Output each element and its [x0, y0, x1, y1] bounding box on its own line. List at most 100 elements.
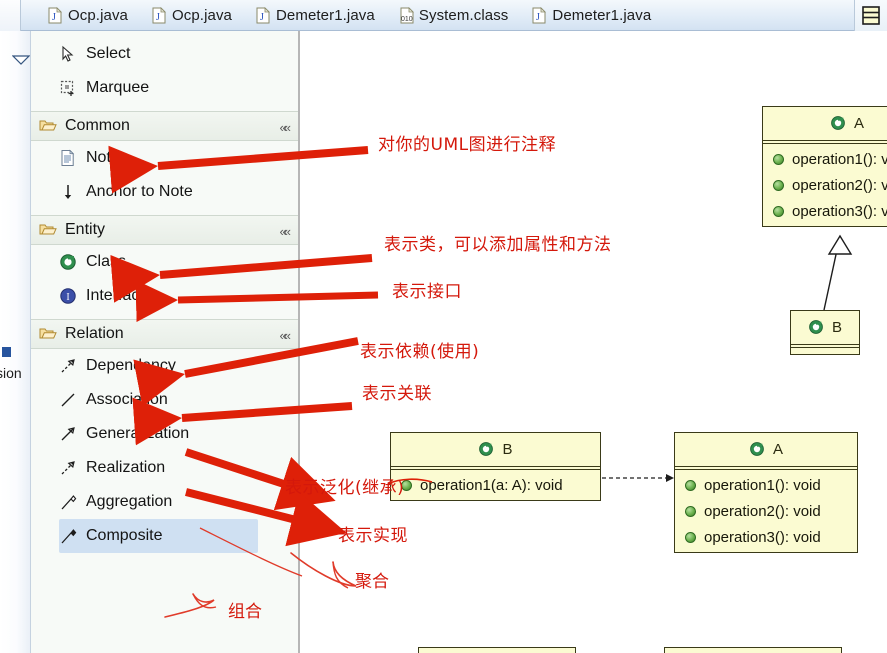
palette-item-marquee[interactable]: Marquee — [31, 71, 298, 105]
tab-ocp-java-2[interactable]: J Ocp.java — [144, 0, 248, 31]
palette-group-relation[interactable]: Relation «« — [31, 319, 298, 349]
class-member-label: operation1(): void — [704, 476, 821, 494]
java-file-icon: J — [152, 7, 166, 24]
class-name: A — [853, 115, 864, 132]
palette-item-composite[interactable]: Composite — [59, 519, 258, 553]
editor-tab-bar: J Ocp.java J Ocp.java J Demeter1.java 01… — [0, 0, 887, 31]
strip-marker — [2, 347, 11, 357]
palette-item-label: Anchor to Note — [86, 183, 193, 200]
palette-item-label: Marquee — [86, 79, 150, 96]
palette-item-association[interactable]: Association — [31, 383, 298, 417]
palette-item-label: Composite — [86, 527, 163, 544]
tab-demeter1-java-2[interactable]: J Demeter1.java — [524, 0, 667, 31]
dashed-arrow-icon — [59, 459, 77, 477]
class-member-label: operation3(): void — [792, 202, 887, 220]
class-b-center[interactable]: B operation1(a: A): void — [390, 432, 601, 501]
hollow-diamond-icon — [59, 493, 77, 511]
marquee-select-icon — [59, 79, 77, 97]
annotation-association: 表示关联 — [362, 384, 432, 404]
class-member-label: operation2(): void — [704, 502, 821, 520]
palette-item-label: Note — [86, 149, 120, 166]
palette-group-common[interactable]: Common «« — [31, 111, 298, 141]
svg-text:010: 010 — [401, 16, 413, 23]
svg-text:J: J — [536, 12, 540, 23]
palette-item-realization[interactable]: Realization — [31, 451, 298, 485]
palette-item-class[interactable]: Class — [31, 245, 298, 279]
filled-diamond-icon — [59, 527, 77, 545]
tab-ocp-java-1[interactable]: J Ocp.java — [40, 0, 144, 31]
solid-arrow-icon — [59, 425, 77, 443]
public-operation-icon — [685, 505, 696, 517]
tab-bar-left-stub — [0, 0, 21, 31]
palette-group-entity[interactable]: Entity «« — [31, 215, 298, 245]
palette-item-note[interactable]: Note — [31, 141, 298, 175]
annotation-generalization: 表示泛化(继承) — [285, 478, 405, 498]
palette-item-anchor-to-note[interactable]: Anchor to Note — [31, 175, 298, 209]
class-member-label: operation2(): void — [792, 176, 887, 194]
annotation-class: 表示类，可以添加属性和方法 — [384, 235, 612, 255]
open-folder-icon — [39, 117, 57, 135]
class-member-row: operation3(): void — [675, 524, 857, 550]
double-chevron-icon[interactable]: «« — [280, 224, 292, 239]
public-operation-icon — [685, 479, 696, 491]
class-name: B — [831, 319, 842, 336]
plain-line-icon — [59, 391, 77, 409]
annotation-realization: 表示实现 — [338, 526, 408, 546]
class-green-icon — [830, 115, 848, 133]
class-header: B — [791, 311, 859, 345]
class-member-label: operation3(): void — [704, 528, 821, 546]
collapse-caret-icon[interactable] — [3, 47, 30, 65]
annotation-composition: 组合 — [228, 602, 262, 622]
class-operation-compartment: operation1(): void operation2(): void op… — [763, 144, 887, 226]
palette-item-label: Realization — [86, 459, 166, 476]
palette-item-select[interactable]: Select — [31, 37, 298, 71]
outline-view-icon[interactable] — [860, 5, 882, 26]
palette-item-label: Interface — [86, 287, 149, 304]
class-member-row: operation2(): void — [763, 172, 887, 198]
class-operation-compartment: operation1(a: A): void — [391, 470, 600, 500]
tab-demeter1-java-1[interactable]: J Demeter1.java — [248, 0, 391, 31]
class-member-row: operation1(a: A): void — [391, 472, 600, 498]
palette-group-label: Common — [65, 117, 130, 134]
tab-system-class[interactable]: 010 System.class — [391, 0, 525, 31]
class-header: B — [391, 433, 600, 467]
eclipse-uml-editor-window: J Ocp.java J Ocp.java J Demeter1.java 01… — [0, 0, 887, 653]
svg-text:J: J — [156, 12, 160, 23]
class-header: B — [419, 648, 575, 653]
open-folder-icon — [39, 325, 57, 343]
svg-text:J: J — [260, 12, 264, 23]
left-collapsed-view-strip[interactable]: sion ility — [0, 31, 31, 653]
tab-label: Demeter1.java — [276, 7, 375, 24]
double-chevron-icon[interactable]: «« — [280, 328, 292, 343]
class-member-label: operation1(a: A): void — [420, 476, 563, 494]
class-a-bottom[interactable]: A — [664, 647, 842, 653]
interface-blue-icon: I — [59, 287, 77, 305]
palette-item-aggregation[interactable]: Aggregation — [31, 485, 298, 519]
palette-item-interface[interactable]: I Interface — [31, 279, 298, 313]
class-green-icon — [749, 441, 767, 459]
palette-group-label: Relation — [65, 325, 124, 342]
tab-label: Demeter1.java — [552, 7, 652, 24]
palette-item-dependency[interactable]: Dependency — [31, 349, 298, 383]
tab-label: Ocp.java — [68, 7, 128, 24]
cursor-arrow-icon — [59, 45, 77, 63]
editor-tabs: J Ocp.java J Ocp.java J Demeter1.java 01… — [40, 0, 667, 31]
class-member-label: operation1(): void — [792, 150, 887, 168]
dashed-arrow-icon — [59, 357, 77, 375]
class-member-row: operation2(): void — [675, 498, 857, 524]
class-green-icon — [478, 441, 496, 459]
palette-group-label: Entity — [65, 221, 106, 238]
class-operation-compartment — [791, 348, 859, 354]
class-b-mid-right[interactable]: B — [790, 310, 860, 355]
tab-label: System.class — [418, 7, 509, 24]
class-a-top-right[interactable]: A operation1(): void operation2(): void … — [762, 106, 887, 227]
annotation-aggregation: 聚合 — [355, 572, 389, 592]
svg-text:I: I — [66, 292, 69, 303]
palette-item-generalization[interactable]: Generalization — [31, 417, 298, 451]
class-b-bottom[interactable]: B — [418, 647, 576, 653]
class-header: A — [763, 107, 887, 141]
public-operation-icon — [685, 531, 696, 543]
double-chevron-icon[interactable]: «« — [280, 120, 292, 135]
palette-item-label: Dependency — [86, 357, 176, 374]
class-a-center-right[interactable]: A operation1(): void operation2(): void … — [674, 432, 858, 553]
